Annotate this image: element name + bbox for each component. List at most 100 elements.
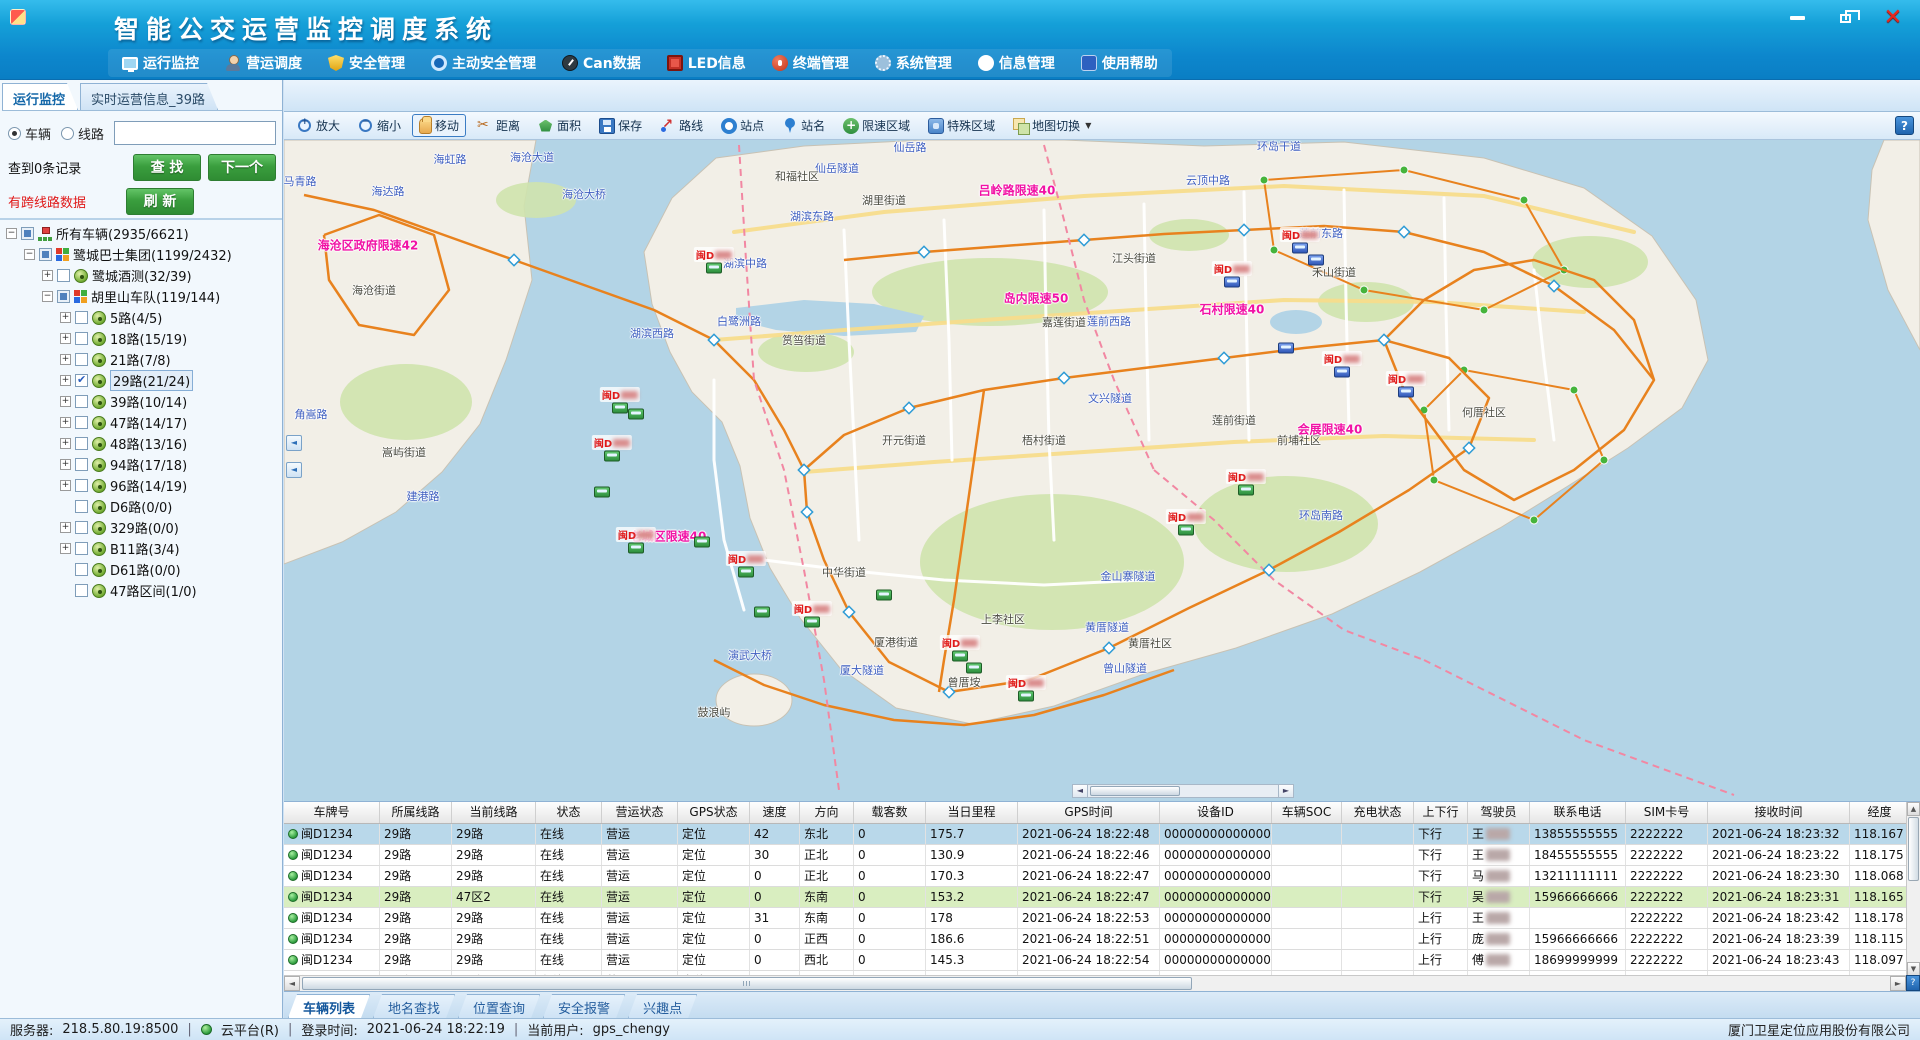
- search-input[interactable]: [114, 121, 276, 145]
- menu-item-help[interactable]: 使用帮助: [1081, 53, 1158, 73]
- grid-scroll-up-arrow[interactable]: ▲: [1907, 802, 1920, 816]
- column-header[interactable]: 车牌号: [284, 802, 380, 823]
- vehicle-radio[interactable]: [8, 127, 21, 140]
- left-tab-1[interactable]: 实时运营信息_39路: [80, 83, 218, 110]
- column-header[interactable]: 营运状态: [602, 802, 678, 823]
- tree-checkbox[interactable]: [75, 542, 88, 555]
- bus-marker[interactable]: [612, 403, 628, 414]
- tree-checkbox[interactable]: [75, 521, 88, 534]
- tree-item[interactable]: +5路(4/5): [0, 307, 282, 328]
- table-row[interactable]: 闽D123429路29路在线营运定位0西北0145.32021-06-24 18…: [284, 950, 1906, 971]
- tree-checkbox[interactable]: [75, 332, 88, 345]
- bus-marker[interactable]: [1018, 691, 1034, 702]
- tree-item[interactable]: 47路区间(1/0): [0, 580, 282, 601]
- column-header[interactable]: 接收时间: [1708, 802, 1850, 823]
- restore-button[interactable]: [1832, 8, 1858, 28]
- bottom-tab-0[interactable]: 车辆列表: [288, 994, 370, 1018]
- table-row[interactable]: 闽D123429路47区2在线营运定位0东南0153.22021-06-24 1…: [284, 887, 1906, 908]
- tree-checkbox[interactable]: [21, 227, 34, 240]
- grid-horizontal-scrollbar[interactable]: ◄ ►: [284, 975, 1906, 991]
- bus-marker[interactable]: [1292, 243, 1308, 254]
- bus-marker[interactable]: [1398, 387, 1414, 398]
- tree-expander[interactable]: −: [6, 228, 17, 239]
- tool-save[interactable]: 保存: [592, 114, 649, 137]
- tool-distance[interactable]: 距离: [470, 114, 527, 137]
- tree-checkbox[interactable]: [75, 416, 88, 429]
- map-horizontal-scrollbar[interactable]: ◄ ►: [1072, 784, 1294, 798]
- bus-marker[interactable]: [804, 617, 820, 628]
- tree-item[interactable]: −所有车辆(2935/6621): [0, 223, 282, 244]
- bus-marker[interactable]: [1308, 255, 1324, 266]
- grid-scroll-right-arrow[interactable]: ►: [1890, 976, 1906, 991]
- grid-scroll-down-arrow[interactable]: ▼: [1907, 962, 1920, 976]
- bus-marker[interactable]: [1238, 485, 1254, 496]
- tool-route[interactable]: 路线: [653, 114, 710, 137]
- tree-item[interactable]: +18路(15/19): [0, 328, 282, 349]
- menu-item-shield[interactable]: 安全管理: [328, 53, 405, 73]
- menu-item-gauge[interactable]: Can数据: [562, 53, 641, 73]
- column-header[interactable]: 所属线路: [380, 802, 452, 823]
- column-header[interactable]: 方向: [800, 802, 854, 823]
- tree-item[interactable]: +21路(7/8): [0, 349, 282, 370]
- tree-item[interactable]: −胡里山车队(119/144): [0, 286, 282, 307]
- tool-map-switch[interactable]: 地图切换▼: [1006, 114, 1098, 137]
- tree-expander[interactable]: +: [60, 312, 71, 323]
- column-header[interactable]: GPS状态: [678, 802, 750, 823]
- tree-item[interactable]: +96路(14/19): [0, 475, 282, 496]
- tree-item[interactable]: +48路(13/16): [0, 433, 282, 454]
- column-header[interactable]: 驾驶员: [1468, 802, 1530, 823]
- bus-marker[interactable]: [738, 567, 754, 578]
- close-button[interactable]: ✕: [1880, 8, 1906, 28]
- table-row[interactable]: 闽D123429路29路在线营运定位31东南01782021-06-24 18:…: [284, 908, 1906, 929]
- tree-item[interactable]: +鹭城酒测(32/39): [0, 265, 282, 286]
- grid-vertical-scrollbar[interactable]: ▲ ▼: [1906, 802, 1920, 976]
- bus-marker[interactable]: [1334, 367, 1350, 378]
- tree-checkbox[interactable]: [75, 311, 88, 324]
- menu-item-operator[interactable]: 营运调度: [225, 53, 302, 73]
- bus-marker[interactable]: [594, 487, 610, 498]
- grid-hscroll-thumb[interactable]: [302, 977, 1192, 990]
- tree-checkbox[interactable]: [57, 269, 70, 282]
- line-radio[interactable]: [61, 127, 74, 140]
- menu-item-gear[interactable]: 系统管理: [875, 53, 952, 73]
- tree-checkbox[interactable]: [75, 500, 88, 513]
- map-scroll-thumb[interactable]: [1090, 786, 1180, 796]
- column-header[interactable]: SIM卡号: [1626, 802, 1708, 823]
- tree-checkbox[interactable]: [57, 290, 70, 303]
- bus-marker[interactable]: [1178, 525, 1194, 536]
- tree-expander[interactable]: +: [60, 396, 71, 407]
- menu-item-monitor[interactable]: 运行监控: [122, 53, 199, 73]
- tree-expander[interactable]: +: [60, 522, 71, 533]
- bus-marker[interactable]: [694, 537, 710, 548]
- bus-marker[interactable]: [876, 590, 892, 601]
- tree-expander[interactable]: +: [42, 270, 53, 281]
- column-header[interactable]: 车辆SOC: [1272, 802, 1342, 823]
- table-row[interactable]: 闽D123429路29路在线营运定位0正西0186.62021-06-24 18…: [284, 929, 1906, 950]
- bottom-tab-1[interactable]: 地名查找: [373, 994, 455, 1018]
- tree-checkbox[interactable]: [75, 395, 88, 408]
- tree-item[interactable]: D6路(0/0): [0, 496, 282, 517]
- bus-marker[interactable]: [628, 409, 644, 420]
- minimize-button[interactable]: [1784, 8, 1810, 28]
- tree-item[interactable]: −鹭城巴士集团(1199/2432): [0, 244, 282, 265]
- tree-item[interactable]: +94路(17/18): [0, 454, 282, 475]
- tree-item[interactable]: +47路(14/17): [0, 412, 282, 433]
- map-pan-left-button[interactable]: ◄: [286, 462, 302, 478]
- grid-corner-button[interactable]: ?: [1906, 975, 1920, 991]
- tree-expander[interactable]: +: [60, 459, 71, 470]
- bus-marker[interactable]: [604, 451, 620, 462]
- tree-expander[interactable]: +: [60, 354, 71, 365]
- tool-special-zone[interactable]: 特殊区域: [921, 114, 1002, 137]
- menu-item-target[interactable]: 主动安全管理: [431, 53, 536, 73]
- map-scroll-right-arrow[interactable]: ►: [1278, 785, 1293, 797]
- tree-expander[interactable]: +: [60, 417, 71, 428]
- menu-item-info[interactable]: 信息管理: [978, 53, 1055, 73]
- tree-checkbox[interactable]: [75, 563, 88, 576]
- column-header[interactable]: 联系电话: [1530, 802, 1626, 823]
- menu-item-terminal[interactable]: 终端管理: [772, 53, 849, 73]
- tree-checkbox[interactable]: [75, 479, 88, 492]
- tree-expander[interactable]: −: [24, 249, 35, 260]
- bus-marker[interactable]: [706, 263, 722, 274]
- tool-zoom-out[interactable]: 缩小: [351, 114, 408, 137]
- bus-marker[interactable]: [628, 543, 644, 554]
